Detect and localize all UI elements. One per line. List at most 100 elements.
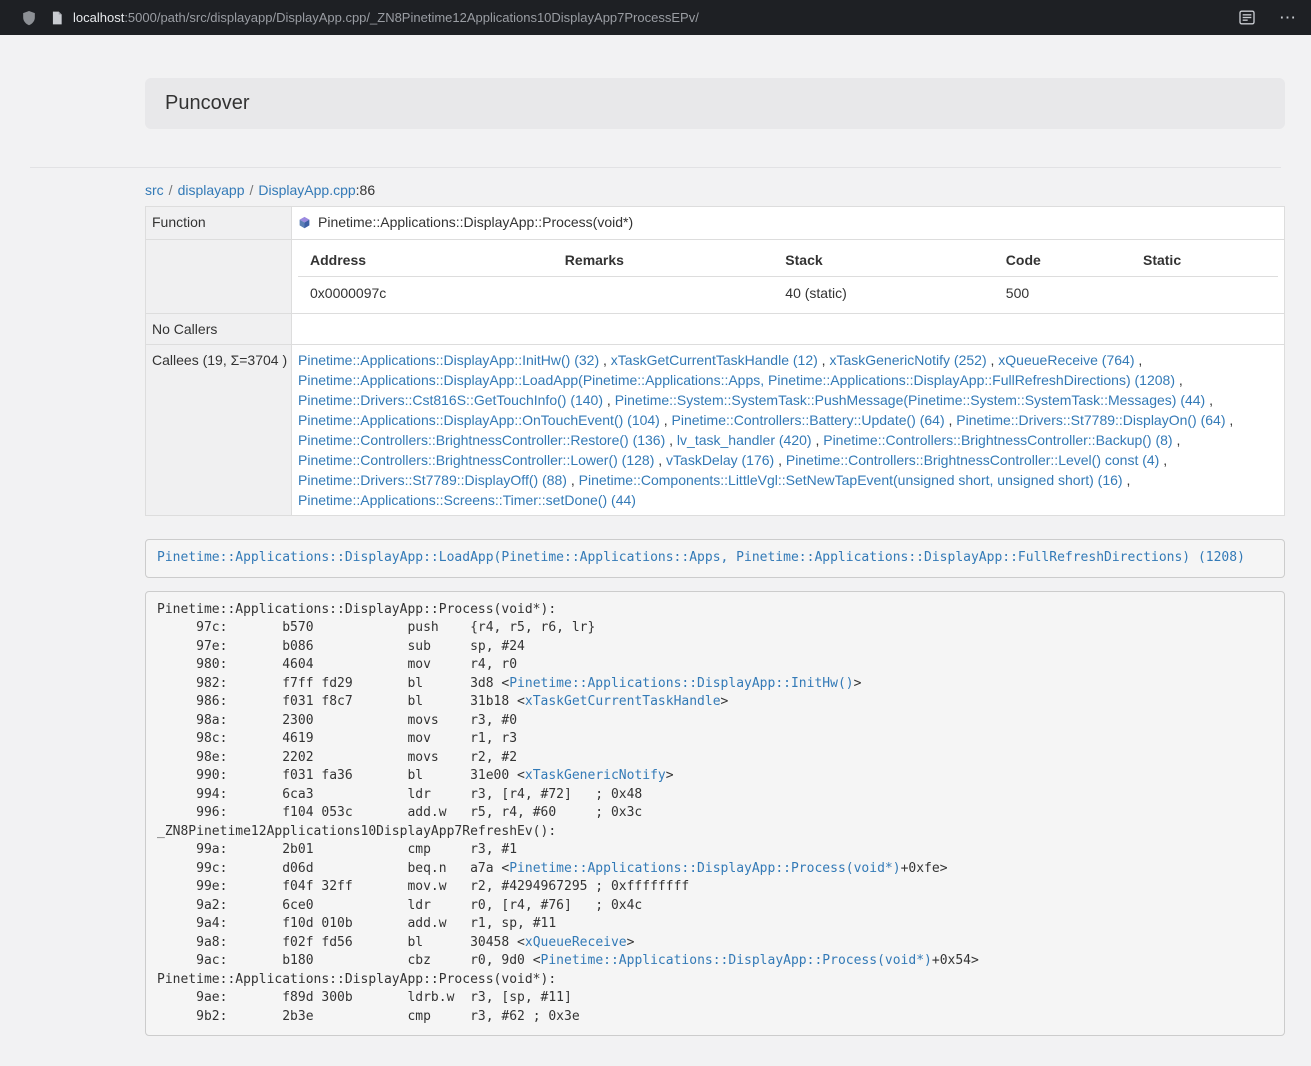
code-column-header: Code: [994, 245, 1131, 277]
callee-link[interactable]: Pinetime::Drivers::St7789::DisplayOn() (…: [956, 412, 1225, 428]
callees-label-cell: Callees (19, Σ=3704 ): [146, 345, 292, 516]
code-text: Pinetime::Applications::DisplayApp::Proc…: [157, 602, 556, 617]
callee-link[interactable]: Pinetime::Drivers::St7789::DisplayOff() …: [298, 472, 567, 488]
callee-separator: ,: [945, 412, 957, 428]
callee-link[interactable]: lv_task_handler (420): [677, 432, 812, 448]
callee-link[interactable]: Pinetime::Controllers::Battery::Update()…: [672, 412, 945, 428]
empty-label-cell: [146, 240, 292, 314]
callee-separator: ,: [818, 352, 830, 368]
selected-symbol-link[interactable]: Pinetime::Applications::DisplayApp::Load…: [157, 550, 1245, 565]
breadcrumb-link-file[interactable]: DisplayApp.cpp: [258, 182, 355, 198]
breadcrumb-line-number: :86: [356, 182, 375, 198]
selected-symbol-box: Pinetime::Applications::DisplayApp::Load…: [145, 539, 1285, 578]
code-line: 97c: b570 push {r4, r5, r6, lr}: [157, 619, 1273, 638]
code-text: 9a2: 6ce0 ldr r0, [r4, #76] ; 0x4c: [157, 898, 642, 913]
shield-icon[interactable]: [22, 10, 36, 26]
overflow-menu-icon[interactable]: ⋯: [1279, 9, 1297, 26]
method-icon: [298, 214, 311, 234]
code-text: 980: 4604 mov r4, r0: [157, 657, 517, 672]
callee-separator: ,: [660, 412, 672, 428]
callee-separator: ,: [1205, 392, 1213, 408]
callee-link[interactable]: Pinetime::Controllers::BrightnessControl…: [298, 452, 654, 468]
code-text: 9ac: b180 cbz r0, 9d0 <: [157, 953, 541, 968]
code-line: 98a: 2300 movs r3, #0: [157, 712, 1273, 731]
header-container: Puncover: [145, 78, 1285, 129]
callee-link[interactable]: Pinetime::Controllers::BrightnessControl…: [786, 452, 1159, 468]
callees-row: Callees (19, Σ=3704 ) Pinetime::Applicat…: [146, 345, 1285, 516]
symbol-link[interactable]: Pinetime::Applications::DisplayApp::Init…: [509, 676, 853, 691]
callee-link[interactable]: Pinetime::Applications::DisplayApp::Load…: [298, 372, 1175, 388]
metrics-table: Address Remarks Stack Code Static 0x0000…: [298, 245, 1278, 308]
code-text: 982: f7ff fd29 bl 3d8 <: [157, 676, 509, 691]
code-text: 9b2: 2b3e cmp r3, #62 ; 0x3e: [157, 1009, 580, 1024]
callee-separator: ,: [1159, 452, 1167, 468]
code-text: Pinetime::Applications::DisplayApp::Proc…: [157, 972, 556, 987]
callee-link[interactable]: xQueueReceive (764): [998, 352, 1134, 368]
code-text: _ZN8Pinetime12Applications10DisplayApp7R…: [157, 824, 556, 839]
stack-value: 40 (static): [773, 277, 994, 309]
callee-link[interactable]: Pinetime::Components::LittleVgl::SetNewT…: [579, 472, 1123, 488]
callee-link[interactable]: vTaskDelay (176): [666, 452, 774, 468]
callee-separator: ,: [1226, 412, 1234, 428]
code-line: 980: 4604 mov r4, r0: [157, 656, 1273, 675]
breadcrumb-link-displayapp[interactable]: displayapp: [178, 182, 245, 198]
callee-separator: ,: [567, 472, 579, 488]
breadcrumb-separator: /: [250, 182, 254, 198]
callee-separator: ,: [599, 352, 611, 368]
callee-link[interactable]: Pinetime::Applications::DisplayApp::Init…: [298, 352, 599, 368]
content-container: src/displayapp/DisplayApp.cpp:86 Functio…: [145, 182, 1285, 1036]
metrics-cell: Address Remarks Stack Code Static 0x0000…: [292, 240, 1285, 314]
metrics-header-row: Address Remarks Stack Code Static: [298, 245, 1278, 277]
app-header-panel: Puncover: [145, 78, 1285, 129]
code-line: 9b2: 2b3e cmp r3, #62 ; 0x3e: [157, 1008, 1273, 1027]
address-value: 0x0000097c: [298, 277, 553, 309]
metrics-row: Address Remarks Stack Code Static 0x0000…: [146, 240, 1285, 314]
code-text: 994: 6ca3 ldr r3, [r4, #72] ; 0x48: [157, 787, 642, 802]
callee-link[interactable]: xTaskGetCurrentTaskHandle (12): [611, 352, 818, 368]
address-bar[interactable]: localhost:5000/path/src/displayapp/Displ…: [73, 10, 699, 25]
function-row: Function Pinetime::Applications::Display…: [146, 207, 1285, 240]
callee-separator: ,: [774, 452, 786, 468]
code-text: 98e: 2202 movs r2, #2: [157, 750, 517, 765]
code-text: 9a4: f10d 010b add.w r1, sp, #11: [157, 916, 556, 931]
code-text: >: [666, 768, 674, 783]
code-text: >: [721, 694, 729, 709]
remarks-column-header: Remarks: [553, 245, 774, 277]
symbol-link[interactable]: xQueueReceive: [525, 935, 627, 950]
code-text: 99c: d06d beq.n a7a <: [157, 861, 509, 876]
code-size-value: 500: [994, 277, 1131, 309]
code-line: 9a2: 6ce0 ldr r0, [r4, #76] ; 0x4c: [157, 897, 1273, 916]
code-text: 97e: b086 sub sp, #24: [157, 639, 525, 654]
function-table: Function Pinetime::Applications::Display…: [145, 206, 1285, 516]
code-text: 98a: 2300 movs r3, #0: [157, 713, 517, 728]
callee-link[interactable]: Pinetime::System::SystemTask::PushMessag…: [615, 392, 1206, 408]
callee-link[interactable]: Pinetime::Applications::Screens::Timer::…: [298, 492, 636, 508]
code-text: 986: f031 f8c7 bl 31b18 <: [157, 694, 525, 709]
page-icon[interactable]: [51, 11, 63, 25]
callee-link[interactable]: Pinetime::Controllers::BrightnessControl…: [298, 432, 665, 448]
code-line: Pinetime::Applications::DisplayApp::Proc…: [157, 601, 1273, 620]
function-name: Pinetime::Applications::DisplayApp::Proc…: [318, 214, 633, 230]
reader-mode-icon[interactable]: [1239, 10, 1255, 25]
code-line: 994: 6ca3 ldr r3, [r4, #72] ; 0x48: [157, 786, 1273, 805]
symbol-link[interactable]: xTaskGenericNotify: [525, 768, 666, 783]
code-line: 982: f7ff fd29 bl 3d8 <Pinetime::Applica…: [157, 675, 1273, 694]
callees-list: Pinetime::Applications::DisplayApp::Init…: [292, 345, 1285, 516]
callee-link[interactable]: Pinetime::Controllers::BrightnessControl…: [823, 432, 1172, 448]
symbol-link[interactable]: xTaskGetCurrentTaskHandle: [525, 694, 721, 709]
symbol-link[interactable]: Pinetime::Applications::DisplayApp::Proc…: [541, 953, 932, 968]
breadcrumb-separator: /: [169, 182, 173, 198]
code-text: 99a: 2b01 cmp r3, #1: [157, 842, 517, 857]
no-callers-label-cell: No Callers: [146, 314, 292, 345]
callers-cell: [292, 314, 1285, 345]
symbol-link[interactable]: Pinetime::Applications::DisplayApp::Proc…: [509, 861, 900, 876]
callee-link[interactable]: Pinetime::Drivers::Cst816S::GetTouchInfo…: [298, 392, 603, 408]
callee-link[interactable]: Pinetime::Applications::DisplayApp::OnTo…: [298, 412, 660, 428]
callee-link[interactable]: xTaskGenericNotify (252): [829, 352, 986, 368]
code-line: 996: f104 053c add.w r5, r4, #60 ; 0x3c: [157, 804, 1273, 823]
function-label-cell: Function: [146, 207, 292, 240]
code-text: 98c: 4619 mov r1, r3: [157, 731, 517, 746]
breadcrumb-link-src[interactable]: src: [145, 182, 164, 198]
code-text: >: [627, 935, 635, 950]
url-path: :5000/path/src/displayapp/DisplayApp.cpp…: [124, 10, 699, 25]
